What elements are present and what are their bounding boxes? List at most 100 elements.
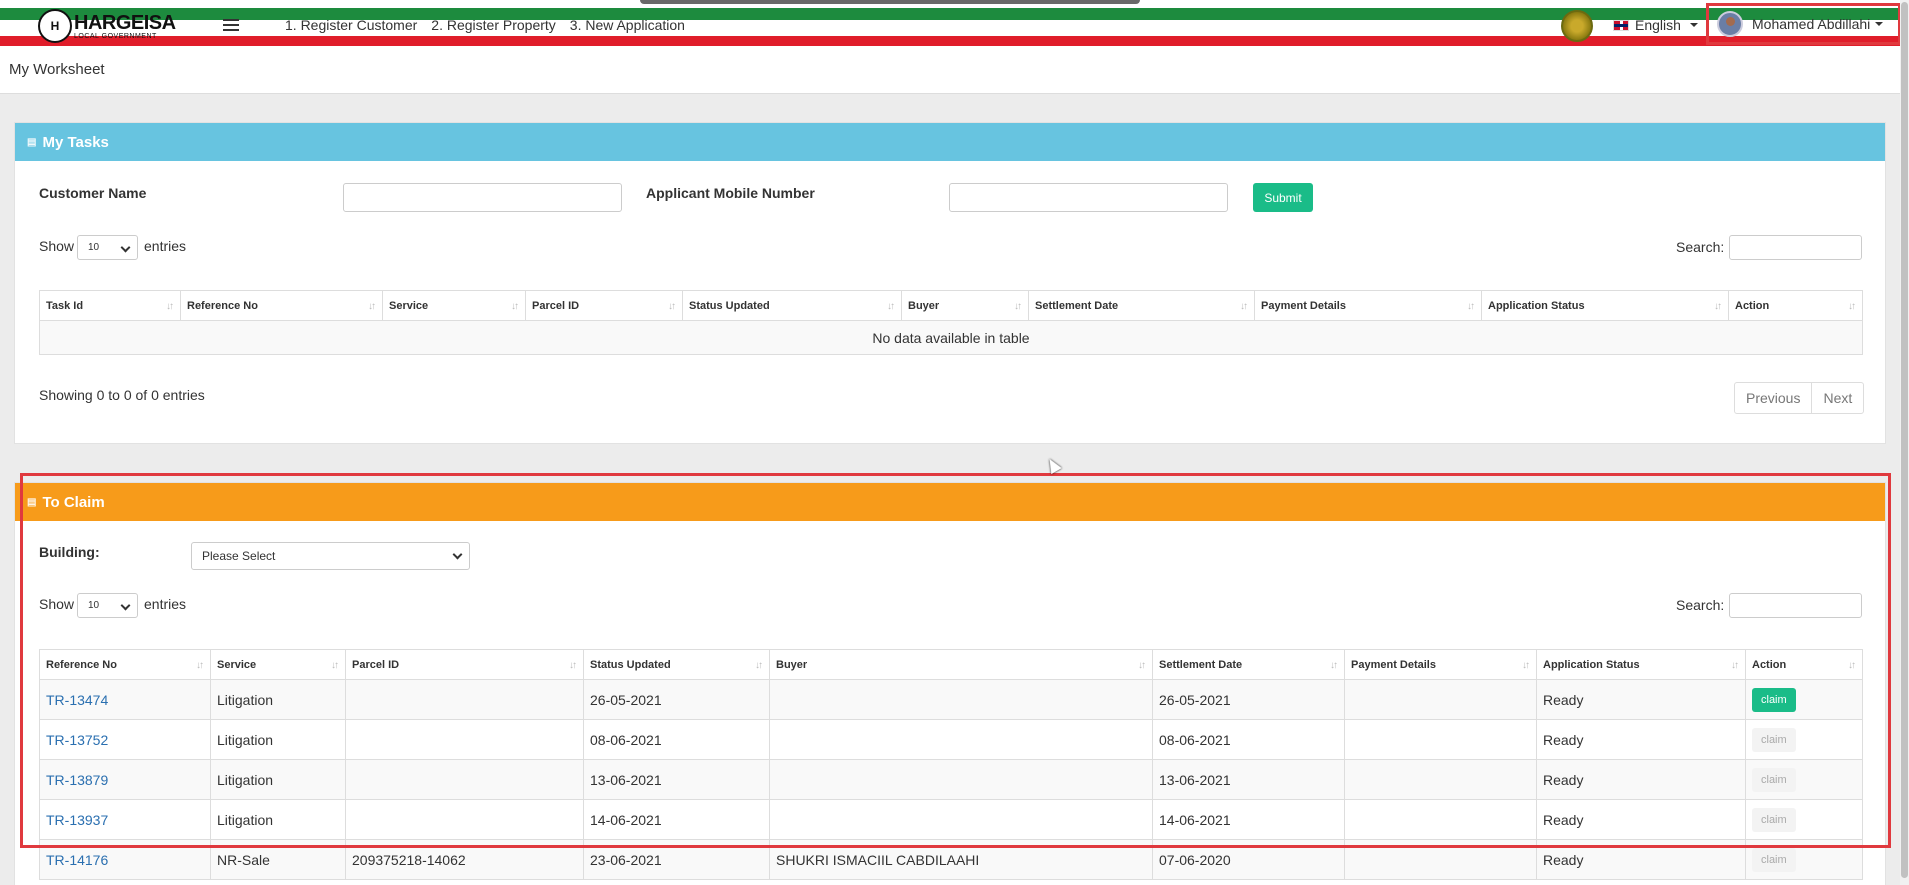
- col-reference-no[interactable]: Reference No ↓↑: [39, 649, 211, 680]
- nav-register-customer[interactable]: 1. Register Customer: [285, 17, 417, 33]
- col-status-updated[interactable]: Status Updated ↓↑: [682, 290, 902, 321]
- next-button[interactable]: Next: [1811, 383, 1863, 413]
- to-claim-title: To Claim: [42, 493, 105, 511]
- customer-name-input[interactable]: [343, 183, 622, 212]
- col-service[interactable]: Service ↓↑: [210, 649, 346, 680]
- payment-cell: [1344, 719, 1537, 760]
- show-label: Show: [39, 596, 75, 612]
- chevron-down-icon: [120, 242, 131, 253]
- settlement-cell: 13-06-2021: [1152, 759, 1345, 800]
- mobile-number-input[interactable]: [949, 183, 1228, 212]
- claim-table: Reference No ↓↑ Service ↓↑ Parcel ID ↓↑ Sta…: [39, 649, 1863, 880]
- parcel-cell: [345, 759, 584, 800]
- col-parcel-id[interactable]: Parcel ID ↓↑: [525, 290, 683, 321]
- buyer-cell: [769, 759, 1153, 800]
- worksheet-header: My Worksheet: [0, 49, 1900, 94]
- language-label: English: [1635, 17, 1681, 33]
- logo-title: HARGEISA: [74, 11, 176, 34]
- claim-button[interactable]: claim: [1752, 767, 1796, 792]
- application-status-cell: Ready: [1536, 799, 1746, 840]
- col-buyer[interactable]: Buyer ↓↑: [769, 649, 1153, 680]
- col-settlement-date[interactable]: Settlement Date ↓↑: [1152, 649, 1345, 680]
- chevron-down-icon: [452, 549, 463, 560]
- parcel-cell: 209375218-14062: [345, 839, 584, 880]
- service-cell: Litigation: [210, 719, 346, 760]
- col-status-updated[interactable]: Status Updated ↓↑: [583, 649, 770, 680]
- logo-subtitle: LOCAL GOVERNMENT: [74, 32, 157, 40]
- avatar: [1717, 11, 1743, 37]
- to-claim-header: ▤ To Claim: [15, 483, 1885, 521]
- my-tasks-panel: ▤ My Tasks Customer Name Applicant Mobil…: [14, 122, 1886, 444]
- empty-table-message: No data available in table: [39, 320, 1863, 355]
- submit-button[interactable]: Submit: [1253, 183, 1313, 212]
- service-cell: NR-Sale: [210, 839, 346, 880]
- reference-link[interactable]: TR-13937: [46, 812, 108, 828]
- table-row: TR-14176 NR-Sale 209375218-14062 23-06-2…: [39, 839, 1863, 880]
- status-updated-cell: 13-06-2021: [583, 759, 770, 800]
- previous-button[interactable]: Previous: [1735, 383, 1811, 413]
- claim-button[interactable]: claim: [1752, 687, 1796, 712]
- application-status-cell: Ready: [1536, 679, 1746, 720]
- claim-button[interactable]: claim: [1752, 727, 1796, 752]
- buyer-cell: [769, 799, 1153, 840]
- col-service[interactable]: Service ↓↑: [382, 290, 526, 321]
- col-task-id[interactable]: Task Id ↓↑: [39, 290, 181, 321]
- building-select[interactable]: Please Select: [191, 542, 470, 570]
- entries-label: entries: [144, 238, 187, 254]
- settlement-cell: 07-06-2020: [1152, 839, 1345, 880]
- chevron-down-icon: [120, 600, 131, 611]
- reference-link[interactable]: TR-13474: [46, 692, 108, 708]
- flag-stripe-red: [0, 36, 1909, 46]
- col-parcel-id[interactable]: Parcel ID ↓↑: [345, 649, 584, 680]
- scrollbar-thumb[interactable]: [1901, 2, 1908, 878]
- col-application-status[interactable]: Application Status ↓↑: [1536, 649, 1746, 680]
- tasks-search-input[interactable]: [1729, 235, 1862, 260]
- claim-entries-select[interactable]: 10: [77, 593, 138, 618]
- customer-name-label: Customer Name: [39, 185, 147, 201]
- reference-link[interactable]: TR-14176: [46, 852, 108, 868]
- top-navbar: H HARGEISA LOCAL GOVERNMENT 1. Register …: [0, 0, 1909, 49]
- col-payment-details[interactable]: Payment Details ↓↑: [1254, 290, 1482, 321]
- application-status-cell: Ready: [1536, 759, 1746, 800]
- col-action[interactable]: Action ↓↑: [1728, 290, 1863, 321]
- tasks-icon: ▤: [27, 136, 37, 148]
- search-label: Search:: [1676, 597, 1725, 613]
- status-updated-cell: 14-06-2021: [583, 799, 770, 840]
- nav-register-property[interactable]: 2. Register Property: [431, 17, 556, 33]
- payment-cell: [1344, 839, 1537, 880]
- reference-link[interactable]: TR-13879: [46, 772, 108, 788]
- payment-cell: [1344, 759, 1537, 800]
- col-payment-details[interactable]: Payment Details ↓↑: [1344, 649, 1537, 680]
- parcel-cell: [345, 719, 584, 760]
- col-reference-no[interactable]: Reference No ↓↑: [180, 290, 383, 321]
- col-action[interactable]: Action ↓↑: [1745, 649, 1863, 680]
- col-buyer[interactable]: Buyer ↓↑: [901, 290, 1029, 321]
- entries-label: entries: [144, 596, 187, 612]
- menu-toggle-icon[interactable]: [223, 19, 239, 34]
- claim-button[interactable]: claim: [1752, 807, 1796, 832]
- payment-cell: [1344, 679, 1537, 720]
- table-row: TR-13474 Litigation 26-05-2021 26-05-202…: [39, 679, 1863, 720]
- tasks-info: Showing 0 to 0 of 0 entries: [39, 387, 205, 403]
- claim-button[interactable]: claim: [1752, 847, 1796, 872]
- building-value: Please Select: [202, 549, 276, 563]
- status-updated-cell: 26-05-2021: [583, 679, 770, 720]
- tasks-entries-select[interactable]: 10: [77, 235, 138, 260]
- user-menu[interactable]: Mohamed Abdillahi: [1706, 3, 1901, 45]
- building-label: Building:: [39, 544, 100, 560]
- parcel-cell: [345, 799, 584, 840]
- service-cell: Litigation: [210, 679, 346, 720]
- reference-link[interactable]: TR-13752: [46, 732, 108, 748]
- logo[interactable]: H HARGEISA LOCAL GOVERNMENT: [38, 8, 176, 44]
- buyer-cell: [769, 719, 1153, 760]
- top-nav-links: 1. Register Customer 2. Register Propert…: [285, 17, 685, 33]
- claim-search-input[interactable]: [1729, 593, 1862, 618]
- nav-new-application[interactable]: 3. New Application: [570, 17, 685, 33]
- language-dropdown[interactable]: English: [1613, 17, 1698, 33]
- status-updated-cell: 08-06-2021: [583, 719, 770, 760]
- col-settlement-date[interactable]: Settlement Date ↓↑: [1028, 290, 1255, 321]
- buyer-cell: [769, 679, 1153, 720]
- chevron-down-icon: [1689, 23, 1698, 27]
- col-application-status[interactable]: Application Status ↓↑: [1481, 290, 1729, 321]
- window-shadow: [640, 0, 1140, 4]
